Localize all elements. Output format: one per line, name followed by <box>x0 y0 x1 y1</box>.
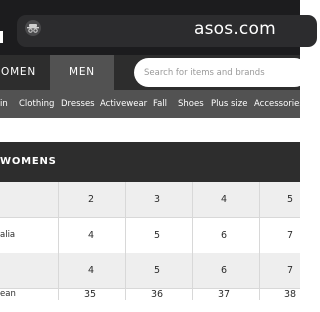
table-cell: 5 <box>154 230 161 241</box>
main-nav: OMEN MEN <box>0 55 309 90</box>
column-divider <box>259 253 260 288</box>
category-item-plus-size[interactable]: Plus size <box>211 90 248 118</box>
table-cell: 36 <box>151 289 164 300</box>
table-cell: 38 <box>284 289 297 300</box>
back-chevron-icon[interactable] <box>0 31 3 43</box>
tab-women[interactable]: OMEN <box>0 55 50 90</box>
table-cell: 4 <box>88 230 95 241</box>
row-label: alia <box>0 230 16 240</box>
browser-address-bar: asos.com <box>0 0 317 60</box>
category-item-activewear[interactable]: Activewear <box>100 90 147 118</box>
tab-men[interactable]: MEN <box>50 55 114 90</box>
table-row: ean 35 36 37 38 <box>0 289 300 300</box>
column-divider <box>58 218 59 253</box>
incognito-icon <box>25 20 41 36</box>
category-item-clothing[interactable]: Clothing <box>19 90 54 118</box>
table-cell: 35 <box>84 289 97 300</box>
table-row: alia 4 5 6 7 <box>0 218 300 253</box>
category-item-partial[interactable]: in <box>0 90 8 118</box>
search-box[interactable] <box>134 58 309 87</box>
url-text[interactable]: asos.com <box>194 19 276 39</box>
category-item-fall[interactable]: Fall <box>153 90 167 118</box>
table-cell: 4 <box>221 194 228 205</box>
column-divider <box>125 289 126 300</box>
column-divider <box>259 289 260 300</box>
category-item-dresses[interactable]: Dresses <box>61 90 95 118</box>
column-divider <box>58 182 59 217</box>
table-cell: 5 <box>287 194 294 205</box>
size-table-title: WOMENS <box>0 156 57 167</box>
table-cell: 3 <box>154 194 161 205</box>
column-divider <box>192 253 193 288</box>
table-cell: 6 <box>221 230 228 241</box>
category-item-accessories[interactable]: Accessories <box>254 90 300 118</box>
table-row: 4 5 6 7 <box>0 253 300 288</box>
table-cell: 37 <box>218 289 231 300</box>
column-divider <box>259 182 260 217</box>
category-item-shoes[interactable]: Shoes <box>178 90 204 118</box>
size-table-header: WOMENS <box>0 142 300 182</box>
column-divider <box>125 253 126 288</box>
column-divider <box>192 182 193 217</box>
column-divider <box>125 182 126 217</box>
column-divider <box>192 289 193 300</box>
table-cell: 2 <box>88 194 95 205</box>
search-input[interactable] <box>144 58 304 87</box>
table-cell: 7 <box>287 230 294 241</box>
column-divider <box>58 253 59 288</box>
column-divider <box>58 289 59 300</box>
table-row: 2 3 4 5 <box>0 182 300 217</box>
column-divider <box>125 218 126 253</box>
column-divider <box>192 218 193 253</box>
category-strip: in Clothing Dresses Activewear Fall Shoe… <box>0 90 300 118</box>
row-label: ean <box>0 289 16 299</box>
column-divider <box>259 218 260 253</box>
